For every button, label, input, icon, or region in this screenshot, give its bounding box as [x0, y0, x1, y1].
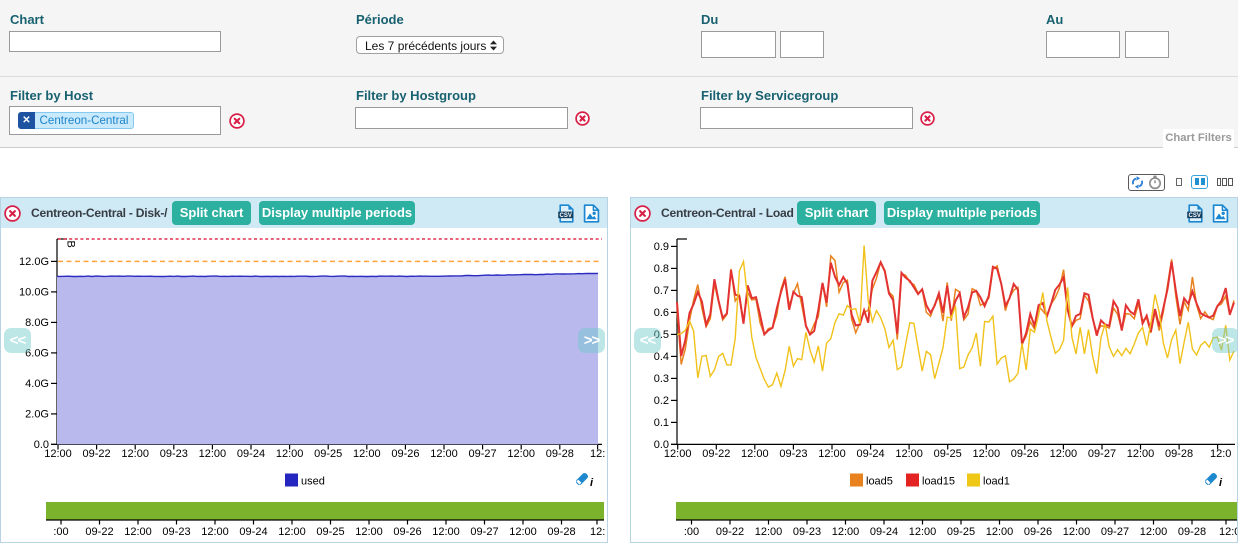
svg-text:12:00: 12:00	[430, 448, 458, 460]
svg-text:0.1: 0.1	[654, 417, 669, 429]
svg-text:09-25: 09-25	[316, 526, 344, 538]
svg-text:12:00: 12:00	[741, 448, 769, 460]
svg-text:12:00: 12:00	[973, 448, 1001, 460]
svg-text:09-27: 09-27	[470, 526, 498, 538]
svg-text::00: :00	[53, 526, 68, 538]
svg-text:12:00: 12:00	[199, 448, 227, 460]
svg-text:0.3: 0.3	[654, 373, 669, 385]
svg-text:12:00: 12:00	[44, 448, 72, 460]
svg-text:B: B	[65, 241, 77, 248]
svg-text:09-27: 09-27	[1088, 448, 1116, 460]
svg-text:0.7: 0.7	[654, 285, 669, 297]
svg-text:09-28: 09-28	[1165, 448, 1193, 460]
svg-text:09-28: 09-28	[1178, 526, 1206, 538]
svg-text:12:00: 12:00	[1063, 526, 1091, 538]
svg-text:12:00: 12:00	[818, 448, 846, 460]
svg-text:09-23: 09-23	[162, 526, 190, 538]
svg-text:load5: load5	[866, 476, 893, 488]
svg-text:12:00: 12:00	[507, 448, 535, 460]
svg-text:load1: load1	[983, 476, 1010, 488]
svg-text:09-26: 09-26	[1024, 526, 1052, 538]
svg-text:09-23: 09-23	[793, 526, 821, 538]
svg-text:12:00: 12:00	[909, 526, 937, 538]
svg-text:12:00: 12:00	[121, 448, 149, 460]
svg-text:12:00: 12:00	[755, 526, 783, 538]
svg-text:0.2: 0.2	[654, 395, 669, 407]
svg-text:2.0G: 2.0G	[25, 409, 49, 421]
svg-text:12:00: 12:00	[276, 448, 304, 460]
svg-text:12:00: 12:00	[664, 448, 692, 460]
svg-text:12:00: 12:00	[1127, 448, 1155, 460]
svg-text:4.0G: 4.0G	[25, 378, 49, 390]
svg-text:10.0G: 10.0G	[19, 287, 49, 299]
svg-text:09-24: 09-24	[239, 526, 267, 538]
svg-text:09-28: 09-28	[546, 448, 574, 460]
svg-text:12:: 12:	[590, 526, 605, 538]
svg-text:12:: 12:	[590, 448, 605, 460]
svg-text:09-25: 09-25	[947, 526, 975, 538]
svg-text:09-28: 09-28	[547, 526, 575, 538]
svg-text:09-27: 09-27	[469, 448, 497, 460]
svg-text:0.6: 0.6	[654, 307, 669, 319]
svg-text:12:00: 12:00	[201, 526, 229, 538]
svg-text:0.9: 0.9	[654, 241, 669, 253]
svg-text:09-23: 09-23	[160, 448, 188, 460]
svg-text:09-24: 09-24	[237, 448, 265, 460]
svg-text:09-22: 09-22	[85, 526, 113, 538]
svg-text:12:00: 12:00	[278, 526, 306, 538]
svg-text:load15: load15	[922, 476, 955, 488]
svg-text:12:00: 12:00	[1050, 448, 1078, 460]
svg-text:09-22: 09-22	[702, 448, 730, 460]
svg-text:12:0: 12:0	[1210, 448, 1231, 460]
svg-text:09-26: 09-26	[1011, 448, 1039, 460]
svg-text:12.0G: 12.0G	[19, 256, 49, 268]
svg-text:12:00: 12:00	[832, 526, 860, 538]
svg-text:09-22: 09-22	[83, 448, 111, 460]
svg-text:09-25: 09-25	[314, 448, 342, 460]
svg-text:12:00: 12:00	[353, 448, 381, 460]
svg-text:09-24: 09-24	[870, 526, 898, 538]
svg-text:CSV: CSV	[1189, 213, 1201, 219]
svg-text:12:00: 12:00	[986, 526, 1014, 538]
svg-text:12:00: 12:00	[432, 526, 460, 538]
svg-text:09-26: 09-26	[393, 526, 421, 538]
svg-text:09-25: 09-25	[934, 448, 962, 460]
svg-text:CSV: CSV	[560, 213, 572, 219]
svg-text::00: :00	[684, 526, 699, 538]
svg-text:09-27: 09-27	[1101, 526, 1129, 538]
svg-text:0.8: 0.8	[654, 263, 669, 275]
svg-text:i: i	[1219, 477, 1223, 489]
svg-text:09-26: 09-26	[391, 448, 419, 460]
svg-text:12:00: 12:00	[895, 448, 923, 460]
svg-text:8.0G: 8.0G	[25, 317, 49, 329]
svg-text:12:00: 12:00	[509, 526, 537, 538]
svg-text:09-23: 09-23	[779, 448, 807, 460]
svg-text:12:00: 12:00	[1140, 526, 1168, 538]
svg-text:0.4: 0.4	[654, 351, 669, 363]
svg-text:used: used	[301, 476, 325, 488]
svg-text:12:00: 12:00	[355, 526, 383, 538]
svg-text:12:00: 12:00	[124, 526, 152, 538]
svg-text:12:0: 12:0	[1219, 526, 1237, 538]
svg-text:i: i	[590, 477, 594, 489]
svg-text:09-22: 09-22	[716, 526, 744, 538]
svg-text:09-24: 09-24	[857, 448, 885, 460]
